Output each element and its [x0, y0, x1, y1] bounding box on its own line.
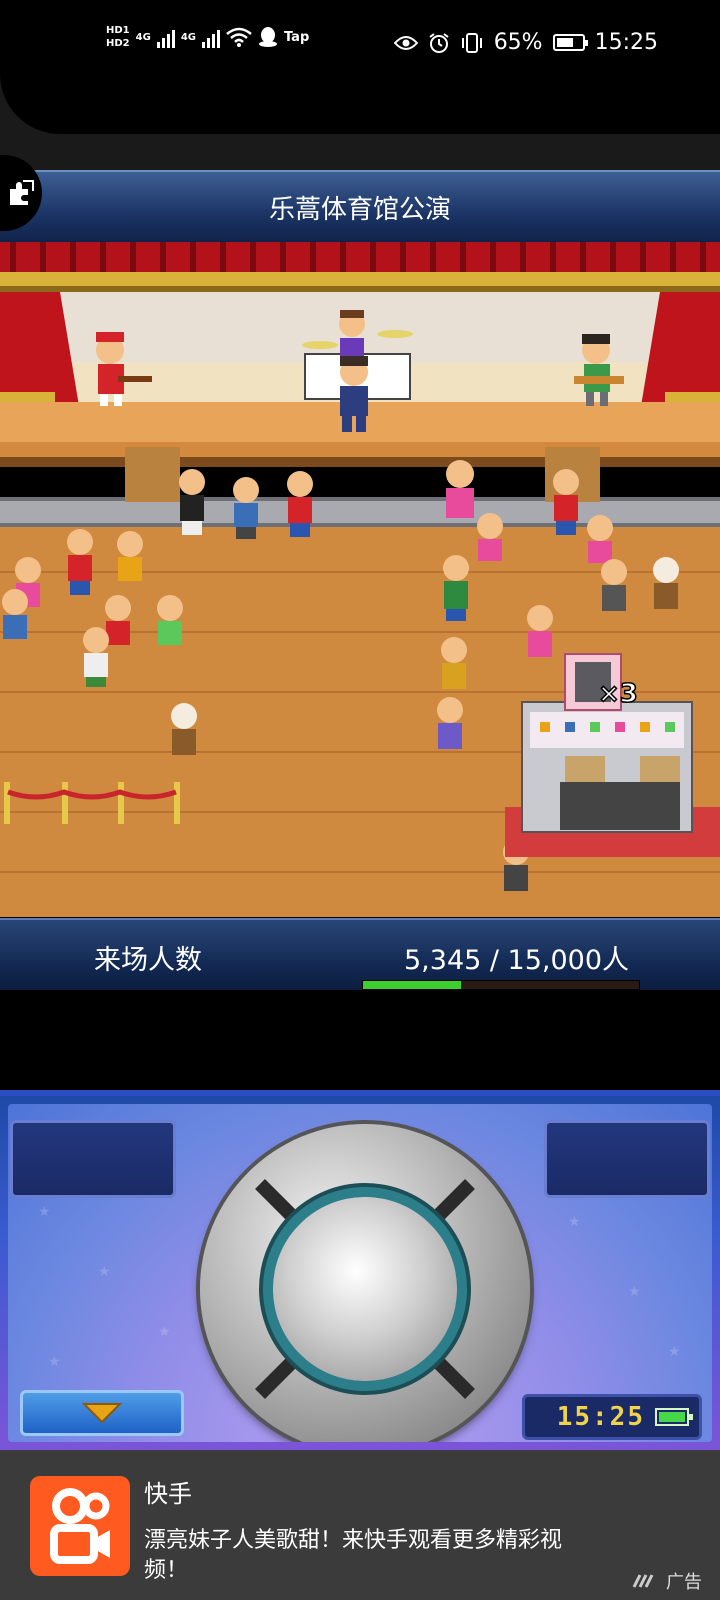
- ad-label: 广告: [632, 1568, 702, 1594]
- star-decor: ★: [568, 1214, 581, 1230]
- kuaishou-logo[interactable]: [30, 1476, 130, 1576]
- star-decor: ★: [668, 1344, 681, 1360]
- controller-clock: 15:25: [556, 1402, 645, 1432]
- vibrate-icon: [461, 32, 482, 53]
- wifi-icon: [226, 27, 252, 47]
- attendance-progress-bar: [362, 980, 640, 990]
- hd2-label: HD2: [106, 38, 130, 49]
- eye-icon: [393, 35, 418, 50]
- star-decor: ★: [38, 1204, 51, 1220]
- network-4g-label-2: 4G: [180, 31, 196, 43]
- attendance-label: 来场人数: [94, 945, 202, 976]
- signal-icon-1: [156, 26, 175, 48]
- virtual-controller: ★ ★ ★ ★ ★ ★ ★ ★ 15:25: [0, 1090, 720, 1450]
- status-time: 15:25: [594, 30, 658, 55]
- menu-toggle-button[interactable]: [20, 1390, 184, 1436]
- dpad-center-button[interactable]: [273, 1197, 457, 1381]
- puzzle-icon: [10, 180, 34, 205]
- triangle-down-icon: [81, 1403, 123, 1424]
- ad-description: 漂亮妹子人美歌甜！来快手观看更多精彩视频！: [144, 1528, 563, 1582]
- ad-app-name: 快手: [144, 1480, 192, 1508]
- left-shoulder-button[interactable]: [10, 1120, 176, 1198]
- game-screen[interactable]: 乐蒿体育馆公演 ×3 来场人数 5,345 / 15,000人: [0, 170, 720, 990]
- battery-percent: 65%: [493, 30, 543, 55]
- attendance-panel: 来场人数 5,345 / 15,000人: [0, 918, 720, 990]
- battery-icon: [552, 34, 588, 51]
- merch-count: ×3: [598, 679, 638, 709]
- attendance-value: 5,345 / 15,000人: [404, 945, 630, 976]
- network-4g-label-1: 4G: [135, 31, 151, 43]
- status-left: HD1 HD2 4G 4G Tap: [106, 24, 309, 50]
- ad-banner[interactable]: 快手 漂亮妹子人美歌甜！来快手观看更多精彩视频！ 广告: [0, 1450, 720, 1600]
- signal-icon-2: [201, 26, 220, 48]
- controller-clock-panel: 15:25: [522, 1394, 702, 1440]
- concert-scene[interactable]: ×3: [0, 242, 720, 917]
- star-decor: ★: [98, 1264, 111, 1280]
- star-decor: ★: [48, 1354, 61, 1370]
- attendance-progress-fill: [363, 981, 462, 989]
- ad-tag-text: 广告: [666, 1572, 702, 1593]
- qq-icon: [258, 27, 277, 47]
- controller-face: ★ ★ ★ ★ ★ ★ ★ ★ 15:25: [8, 1104, 712, 1442]
- star-decor: ★: [158, 1324, 171, 1340]
- venue-title: 乐蒿体育馆公演: [268, 194, 451, 225]
- venue-title-bar: 乐蒿体育馆公演: [0, 170, 720, 244]
- top-gap: [0, 74, 720, 170]
- right-shoulder-button[interactable]: [544, 1120, 710, 1198]
- hd1-label: HD1: [106, 25, 130, 36]
- controller-battery-icon: [655, 1408, 693, 1426]
- tap-label: Tap: [283, 29, 310, 45]
- ad-network-icon: [632, 1574, 654, 1588]
- alarm-icon: [429, 32, 449, 53]
- star-decor: ★: [628, 1284, 641, 1300]
- status-bar: HD1 HD2 4G 4G Tap 65% 15:25: [0, 0, 720, 74]
- hd-indicator: HD1 HD2: [106, 24, 130, 50]
- status-right: 65% 15:25: [393, 30, 658, 55]
